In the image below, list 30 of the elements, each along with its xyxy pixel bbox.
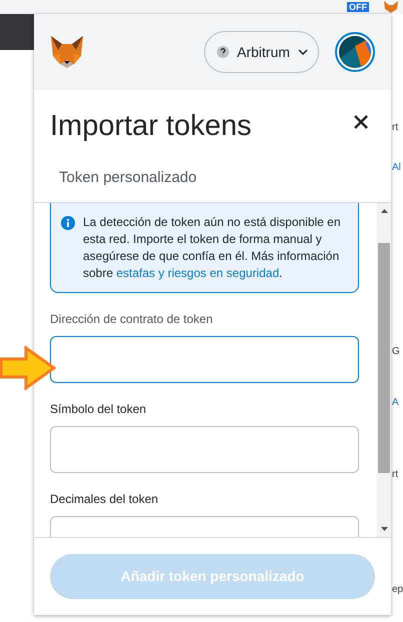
close-icon[interactable]: [353, 114, 369, 130]
field-label: Dirección de contrato de token: [50, 311, 214, 327]
page-text: rt: [392, 468, 398, 482]
notice-text: La detección de token aún no está disponible en esta red. Importe el token de forma manual y asegúrese de que confía en él. Más información sobre estafas y riesgos en seguridad.: [83, 214, 342, 282]
security-link[interactable]: estafas y riesgos en seguridad: [116, 266, 280, 280]
arrow-annotation: [0, 346, 56, 390]
page-header-bar: [0, 14, 34, 50]
fox-icon[interactable]: [383, 1, 399, 13]
page-text: rt: [392, 121, 398, 135]
page-text: ep: [392, 583, 403, 597]
page-link[interactable]: Al: [392, 160, 401, 175]
chevron-down-icon: [298, 49, 308, 55]
scroll-down-icon[interactable]: [380, 527, 388, 531]
account-avatar[interactable]: [335, 32, 375, 72]
page-title: Importar tokens: [50, 109, 252, 144]
scrollbar-thumb[interactable]: [378, 243, 390, 473]
fox-logo-icon: [50, 36, 84, 68]
network-selector[interactable]: Arbitrum: [204, 31, 319, 73]
extension-badge[interactable]: OFF: [347, 2, 369, 12]
info-icon: [61, 216, 75, 230]
page-text: G: [392, 345, 400, 359]
input-field[interactable]: [50, 426, 359, 473]
tab[interactable]: Token personalizado: [59, 169, 197, 186]
question-icon: [217, 46, 229, 58]
input-field[interactable]: [50, 336, 359, 383]
page-link[interactable]: A: [392, 395, 399, 410]
scrollbar[interactable]: [377, 203, 391, 537]
field-label: Decimales del token: [50, 491, 160, 507]
field-label: Símbolo del token: [50, 401, 148, 417]
scroll-up-icon[interactable]: [380, 209, 388, 213]
